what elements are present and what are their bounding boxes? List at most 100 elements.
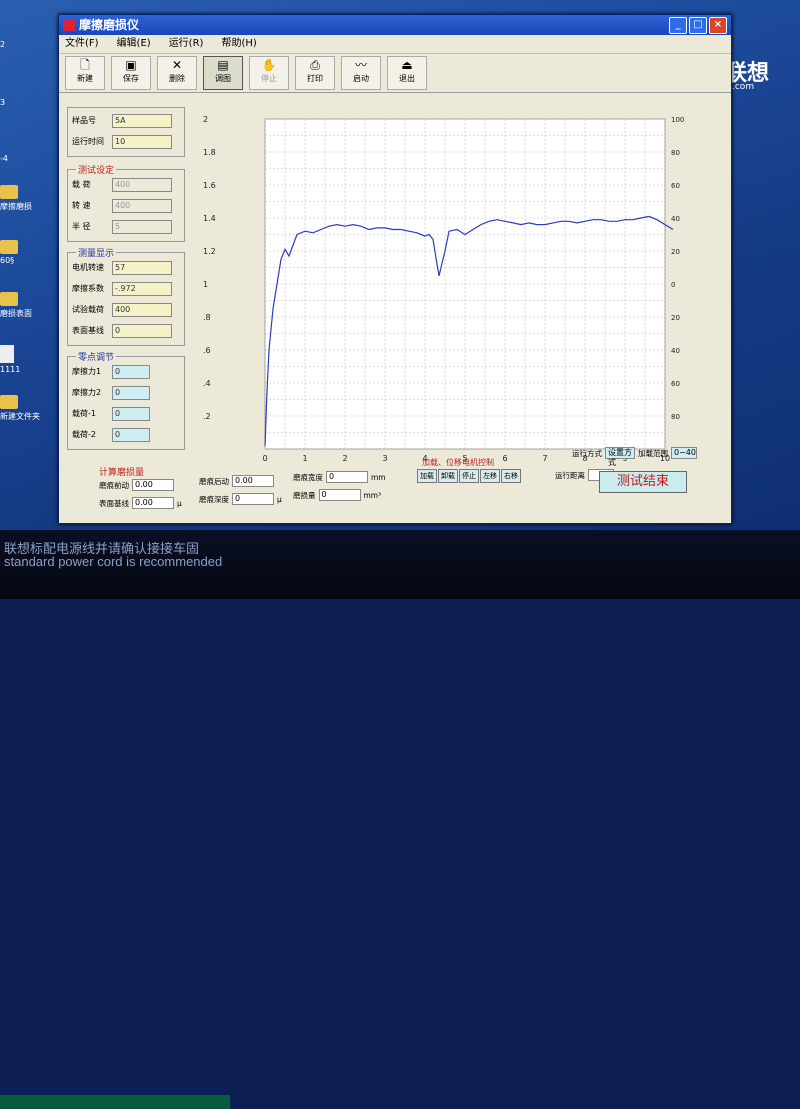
bottom-panel: 计算磨损量 磨痕前动 0.00 表面基线 0.00 μ 磨痕后动 0.00 磨痕深度 0 μ… xyxy=(67,447,727,520)
bezel-notice-en: standard power cord is recommended xyxy=(4,554,223,569)
friction1-label: 摩擦力1 xyxy=(72,367,102,376)
folder-icon xyxy=(0,240,18,254)
stop-button[interactable]: ✋ 停止 xyxy=(249,56,289,90)
wear-amount-label: 磨损量 xyxy=(293,490,316,500)
run-time-field: 运行时间 10 xyxy=(72,131,180,152)
wear-depth-value: 0 xyxy=(232,493,274,505)
motor-stop-button[interactable]: 停止 xyxy=(459,469,479,483)
desktop-icon-7[interactable]: 1111 xyxy=(0,345,58,374)
maximize-button[interactable]: □ xyxy=(689,17,707,34)
print-button[interactable]: ⎙ 打印 xyxy=(295,56,335,90)
menu-help[interactable]: 帮助(H) xyxy=(221,35,256,53)
end-test-button[interactable]: 测试结束 xyxy=(599,471,687,493)
brand-url: .com xyxy=(732,82,755,92)
friction2-input[interactable]: 0 xyxy=(112,385,150,400)
move-right-button[interactable]: 右移 xyxy=(501,469,521,483)
desktop-icon-5[interactable]: 60§ xyxy=(0,240,58,265)
y-tick-label: 2 xyxy=(203,115,208,124)
load-input[interactable]: 400 xyxy=(112,177,172,192)
run-time-input[interactable]: 10 xyxy=(112,134,172,149)
load-graph-button[interactable]: ▤ 调图 xyxy=(203,56,243,90)
friction-chart: 012345678910.2.4.6.811.21.41.61.82100806… xyxy=(199,107,719,467)
radius-input[interactable]: 5 xyxy=(112,219,172,234)
window-title: 摩擦磨损仪 xyxy=(79,18,140,32)
test-load-label: 试验载荷 xyxy=(72,305,104,314)
load2-input[interactable]: 0 xyxy=(112,427,150,442)
desktop-icon-label: -4 xyxy=(0,154,8,163)
delete-icon: ✕ xyxy=(171,58,183,72)
desktop-icon-3[interactable]: -4 xyxy=(0,154,58,163)
chart-svg: 012345678910.2.4.6.811.21.41.61.82100806… xyxy=(203,115,684,463)
y-tick-label: 1.8 xyxy=(203,148,216,157)
x-tick-label: 1 xyxy=(302,454,307,463)
folder-icon xyxy=(0,185,18,199)
folder-icon xyxy=(0,292,18,306)
save-icon: ▣ xyxy=(125,58,137,72)
wear-amount-unit: mm³ xyxy=(363,490,382,500)
start-button[interactable]: 〰启动 xyxy=(341,56,381,90)
app-window: 摩擦磨损仪 _ □ × 文件(F) 编辑(E) 运行(R) 帮助(H) 🗋 新建 … xyxy=(58,14,732,524)
sample-id-field: 样品号 5A xyxy=(72,110,180,131)
exit-button[interactable]: ⏏ 退出 xyxy=(387,56,427,90)
wear-before-field: 磨痕前动 0.00 xyxy=(99,479,174,491)
title-bar[interactable]: 摩擦磨损仪 _ □ × xyxy=(59,15,731,35)
wear-width-input[interactable]: 0 xyxy=(326,471,368,483)
desktop-icon-2[interactable]: 3 xyxy=(0,98,58,107)
save-button[interactable]: ▣ 保存 xyxy=(111,56,151,90)
run-mode-label: 运行方式 xyxy=(572,448,602,458)
sample-id-input[interactable]: 5A xyxy=(112,113,172,128)
print-button-label: 打印 xyxy=(307,74,323,83)
minimize-button[interactable]: _ xyxy=(669,17,687,34)
new-button-label: 新建 xyxy=(77,74,93,83)
new-button[interactable]: 🗋 新建 xyxy=(65,56,105,90)
wear-after-input[interactable]: 0.00 xyxy=(232,475,274,487)
load1-input[interactable]: 0 xyxy=(112,406,150,421)
unload-button[interactable]: 卸载 xyxy=(438,469,458,483)
surface-baseline-label: 表面基线 xyxy=(72,326,104,335)
desktop-icon-8[interactable]: 新建文件夹 xyxy=(0,395,58,422)
surface-baseline-field: 表面基线 0 xyxy=(72,320,180,341)
desktop-icon-1[interactable]: 2 xyxy=(0,40,58,49)
desktop-icon-4[interactable]: 摩擦磨损 xyxy=(0,185,58,212)
y-tick-label: 1.4 xyxy=(203,214,216,223)
load-range-select[interactable]: 0~40 xyxy=(671,447,697,459)
menu-run[interactable]: 运行(R) xyxy=(169,35,204,53)
close-button[interactable]: × xyxy=(709,17,727,34)
exit-icon: ⏏ xyxy=(401,58,413,72)
load-control-title: 加载、位移电机控制 xyxy=(422,458,494,467)
wear-amount-value: 0 xyxy=(318,489,361,501)
load-button[interactable]: 加载 xyxy=(417,469,437,483)
menu-edit[interactable]: 编辑(E) xyxy=(117,35,151,53)
wear-after-field: 磨痕后动 0.00 xyxy=(199,475,274,487)
wear-before-input[interactable]: 0.00 xyxy=(132,479,174,491)
speed-input[interactable]: 400 xyxy=(112,198,172,213)
calc-base-unit: μ xyxy=(177,498,182,508)
y2-tick-label: 40 xyxy=(671,215,680,223)
menu-file[interactable]: 文件(F) xyxy=(65,35,99,53)
wear-depth-label: 磨痕深度 xyxy=(199,494,229,504)
app-icon xyxy=(63,19,75,31)
delete-button[interactable]: ✕ 删除 xyxy=(157,56,197,90)
y2-tick-label: 0 xyxy=(671,281,675,289)
move-left-button[interactable]: 左移 xyxy=(480,469,500,483)
x-tick-label: 3 xyxy=(382,454,387,463)
motor-speed-value: 57 xyxy=(112,260,172,275)
load2-field: 载荷-2 0 xyxy=(72,424,180,445)
wear-depth-unit: μ xyxy=(277,494,282,504)
y-tick-label: .8 xyxy=(203,313,211,322)
y-tick-label: .6 xyxy=(203,346,211,355)
sample-group: 样品号 5A 运行时间 10 xyxy=(67,107,185,157)
new-file-icon: 🗋 xyxy=(80,58,90,72)
wear-depth-field: 磨痕深度 0 μ xyxy=(199,493,282,505)
run-mode-field: 运行方式 设置方式 加载范围 0~40 xyxy=(572,447,697,467)
load-label: 载 荷 xyxy=(72,180,91,189)
wear-before-label: 磨痕前动 xyxy=(99,480,129,490)
calc-base-input[interactable]: 0.00 xyxy=(132,497,174,509)
desktop-icon-label: 3 xyxy=(0,98,6,107)
friction1-input[interactable]: 0 xyxy=(112,364,150,379)
desktop-icon-6[interactable]: 磨损表面 xyxy=(0,292,58,319)
y2-tick-label: 60 xyxy=(671,380,680,388)
test-settings-title: 测试设定 xyxy=(76,163,117,176)
run-mode-select[interactable]: 设置方式 xyxy=(605,447,635,467)
desktop-icon-label: 1111 xyxy=(0,365,21,374)
